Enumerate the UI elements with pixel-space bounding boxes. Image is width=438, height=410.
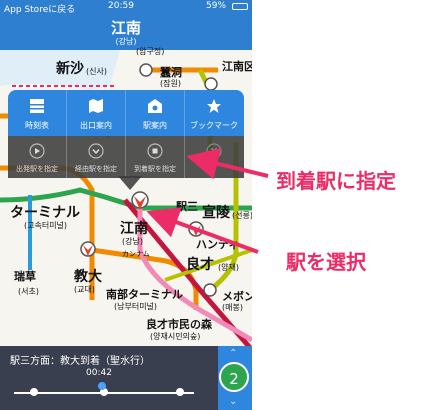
timetable-button[interactable]: 時刻表 xyxy=(8,90,66,136)
annotation-set-arrival: 到着駅に指定 xyxy=(276,169,396,193)
divider xyxy=(66,90,67,178)
set-via-button[interactable]: 経由駅を指定 xyxy=(67,136,125,178)
station-yangjae[interactable]: 良才 xyxy=(186,254,214,274)
station-sinsa-sub: (신사) xyxy=(86,67,107,76)
timetable-icon xyxy=(30,99,44,113)
station-citizens-forest[interactable]: 良才市民の森 xyxy=(146,316,212,332)
popup-action-row: 出発駅を指定 経由駅を指定 到着駅を指定 xyxy=(8,136,244,178)
chevron-down-icon[interactable]: ⌄ xyxy=(229,396,237,407)
station-info-icon xyxy=(148,99,162,113)
station-gyodae-sub: (교대) xyxy=(74,285,95,294)
play-icon xyxy=(29,143,45,159)
set-via-label: 経由駅を指定 xyxy=(75,165,117,173)
line-number-badge[interactable]: 2 xyxy=(219,362,249,392)
bookmark-button[interactable]: ブックマーク xyxy=(185,90,243,136)
header: 江南 (강남) xyxy=(0,14,252,50)
station-seolleung[interactable]: 宣陵 xyxy=(202,202,230,222)
stop-icon xyxy=(147,143,163,159)
phone-screen: App Storeに戻る 20:59 59% 江南 (강남) 新沙 (신사) 蠶… xyxy=(0,0,252,410)
status-bar: App Storeに戻る 20:59 59% xyxy=(0,0,252,15)
station-terminal-sub: (고속터미널) xyxy=(24,221,68,230)
battery-percent: 59% xyxy=(206,1,227,11)
station-seocho-sub: (서초) xyxy=(18,287,39,296)
station-sinsa[interactable]: 新沙 xyxy=(56,58,84,78)
station-yeoksam[interactable]: 駅三 xyxy=(176,198,198,214)
station-info-button[interactable]: 駅案内 xyxy=(126,90,184,136)
annotation-select-station: 駅を選択 xyxy=(286,250,366,274)
exit-guide-label: 出口案内 xyxy=(80,121,112,130)
bookmark-label: ブックマーク xyxy=(190,121,238,130)
page-title: 江南 xyxy=(110,19,141,37)
train-info-panel[interactable]: 駅三方面：教大到着（聖水行） 00:42 xyxy=(0,346,252,410)
station-maebong-sub: (매봉) xyxy=(222,303,243,312)
close-icon xyxy=(206,143,222,159)
popup-main-row: 時刻表 出口案内 駅案内 ブックマーク xyxy=(8,90,244,136)
map-icon xyxy=(89,99,103,113)
track-station-dot xyxy=(30,388,38,396)
station-nambu[interactable]: 南部ターミナル xyxy=(106,286,183,302)
station-seolleung-sub: (선릉) xyxy=(232,211,252,220)
station-gangnamgu[interactable]: 江南区 xyxy=(222,58,252,74)
clock: 20:59 xyxy=(108,1,134,11)
station-citizens-forest-sub: (양재시민의숲) xyxy=(150,332,201,341)
clear-button[interactable] xyxy=(185,136,243,178)
station-terminal[interactable]: ターミナル xyxy=(10,202,80,222)
station-nambu-sub: (남부터미널) xyxy=(114,302,158,311)
divider xyxy=(125,90,126,178)
chevron-up-icon[interactable]: ⌃ xyxy=(229,348,237,359)
station-gyodae[interactable]: 教大 xyxy=(74,266,102,286)
station-jamwon-sub: (잠원) xyxy=(160,79,181,88)
set-arrival-button[interactable]: 到着駅を指定 xyxy=(126,136,184,178)
check-icon xyxy=(88,143,104,159)
station-hanti[interactable]: ハンティ xyxy=(196,236,239,252)
set-arrival-label: 到着駅を指定 xyxy=(134,165,176,173)
station-info-label: 駅案内 xyxy=(143,121,167,130)
station-gangnam-kana: カンナム xyxy=(122,250,150,258)
timetable-label: 時刻表 xyxy=(25,121,49,130)
station-action-popup: 時刻表 出口案内 駅案内 ブックマーク 出発駅を指定 経由駅を指定 到着駅を指定 xyxy=(8,90,244,186)
train-time: 00:42 xyxy=(86,368,112,378)
station-apgujeong: (압구정) xyxy=(136,47,165,56)
divider xyxy=(184,90,185,178)
station-yangjae-sub: (양재) xyxy=(218,263,239,272)
set-departure-label: 出発駅を指定 xyxy=(16,165,58,173)
page-subtitle: (강남) xyxy=(115,37,137,46)
train-direction: 駅三方面：教大到着（聖水行） xyxy=(10,356,150,367)
exit-guide-button[interactable]: 出口案内 xyxy=(67,90,125,136)
track-station-dot xyxy=(176,388,184,396)
set-departure-button[interactable]: 出発駅を指定 xyxy=(8,136,66,178)
station-gangnam-sub: (강남) xyxy=(122,237,143,246)
station-gangnam[interactable]: 江南 xyxy=(120,218,148,238)
popup-pointer xyxy=(118,176,142,190)
station-seocho[interactable]: 瑞草 xyxy=(14,268,36,284)
star-icon xyxy=(207,99,221,113)
battery-icon xyxy=(232,3,248,10)
train-position-icon xyxy=(98,382,106,390)
